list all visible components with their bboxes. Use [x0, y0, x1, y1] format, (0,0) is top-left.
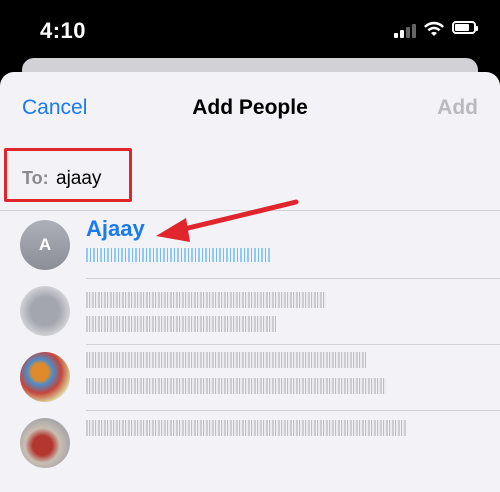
contact-row-blurred[interactable]: [0, 410, 500, 476]
avatar: [20, 418, 70, 468]
contact-row-blurred[interactable]: [0, 278, 500, 344]
blurred-text: [86, 378, 386, 394]
blurred-text: [86, 420, 406, 436]
add-button[interactable]: Add: [437, 96, 478, 120]
avatar: [20, 352, 70, 402]
blurred-text: [86, 316, 276, 332]
annotation-arrow-icon: [156, 199, 299, 242]
blurred-text: [86, 352, 366, 368]
page-title: Add People: [192, 96, 308, 119]
avatar: A: [20, 220, 70, 270]
status-bar: 4:10: [0, 0, 500, 60]
contact-row-blurred[interactable]: [0, 344, 500, 410]
cellular-signal-icon: [394, 22, 418, 38]
blurred-text: [86, 292, 326, 308]
add-people-sheet: Cancel Add People Add To: ajaay A Ajaay: [0, 72, 500, 492]
status-time: 4:10: [40, 18, 87, 43]
to-label: To:: [22, 168, 49, 188]
contact-name: Ajaay: [86, 216, 145, 241]
recipient-input[interactable]: ajaay: [56, 168, 101, 190]
contact-detail-blurred: [86, 248, 272, 262]
battery-icon: [452, 21, 478, 34]
wifi-icon: [424, 21, 444, 36]
navigation-bar: Cancel Add People Add: [0, 72, 500, 144]
avatar: [20, 286, 70, 336]
